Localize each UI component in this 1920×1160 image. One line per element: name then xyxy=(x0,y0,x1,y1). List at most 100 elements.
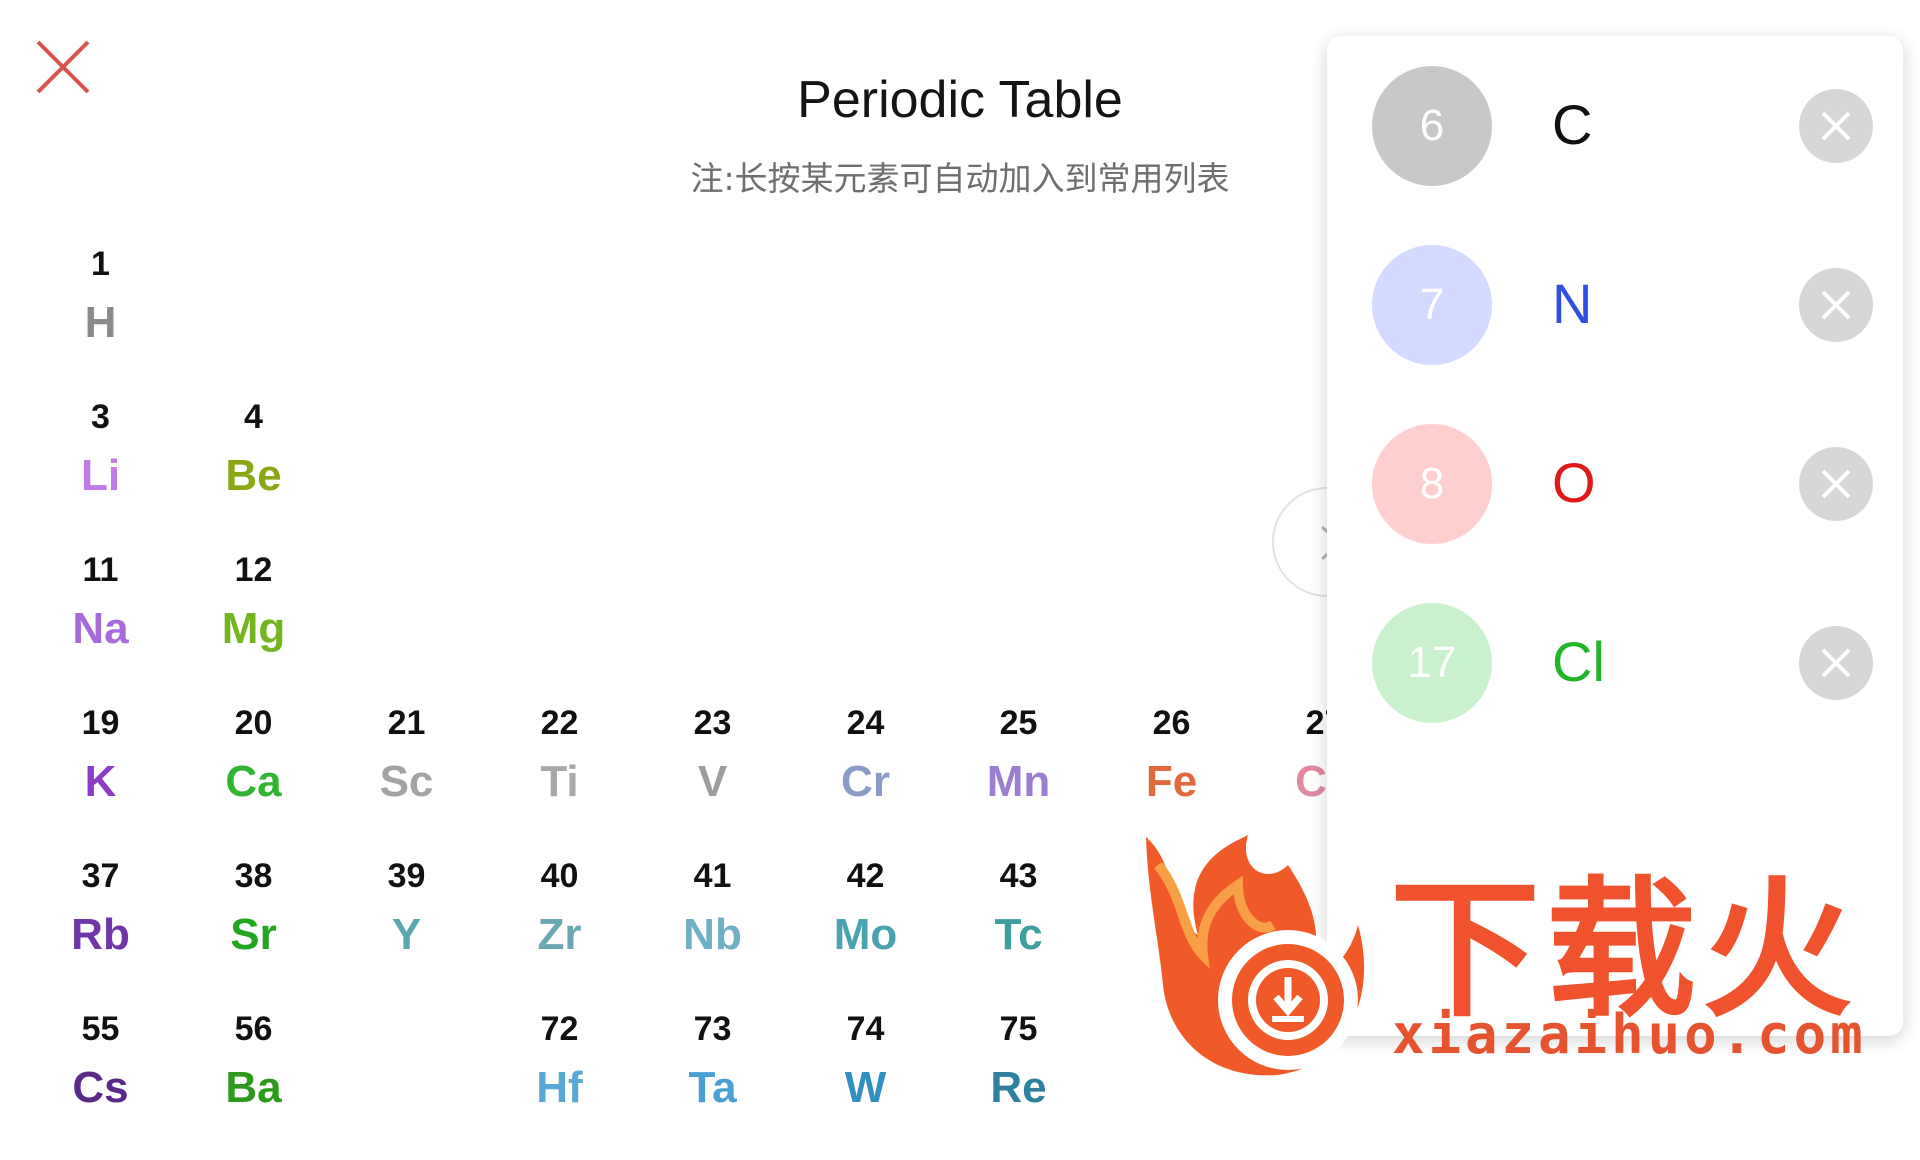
atomic-number: 22 xyxy=(540,704,579,742)
atomic-number: 40 xyxy=(540,857,579,895)
element-symbol: Li xyxy=(80,451,121,500)
element-cell-ta[interactable]: 73 Ta xyxy=(636,1010,789,1160)
element-cell-y[interactable]: 39 Y xyxy=(330,857,483,1007)
atomic-number: 73 xyxy=(693,1010,732,1048)
remove-icon xyxy=(1821,111,1851,141)
element-symbol: W xyxy=(844,1063,887,1112)
element-cell-ca[interactable]: 20 Ca xyxy=(177,704,330,854)
atomic-number: 19 xyxy=(81,704,120,742)
favorite-item-cl[interactable]: 17 Cl xyxy=(1327,573,1903,723)
atomic-number: 23 xyxy=(693,704,732,742)
atomic-number: 11 xyxy=(82,551,119,589)
atomic-number: 26 xyxy=(1152,704,1191,742)
element-symbol: K xyxy=(84,757,117,806)
watermark-flame-logo xyxy=(1146,835,1365,1076)
element-symbol: Mn xyxy=(986,757,1051,806)
element-symbol: Cs xyxy=(72,1063,129,1112)
remove-icon xyxy=(1821,648,1851,678)
element-symbol: Cr xyxy=(841,757,890,806)
element-symbol: Y xyxy=(391,910,422,959)
favorite-symbol: O xyxy=(1552,451,1596,514)
favorite-symbol: Cl xyxy=(1552,630,1605,693)
favorite-symbol: N xyxy=(1552,272,1593,335)
element-cell-na[interactable]: 11 Na xyxy=(24,551,177,701)
element-symbol: H xyxy=(84,298,117,347)
favorite-number-badge: 8 xyxy=(1372,424,1492,544)
element-symbol: Tc xyxy=(994,910,1043,959)
atomic-number: 3 xyxy=(91,398,110,436)
element-symbol: Na xyxy=(72,604,129,653)
favorite-item-c[interactable]: 6C xyxy=(1327,36,1903,186)
favorite-item-n[interactable]: 7N xyxy=(1327,215,1903,365)
element-cell-cs[interactable]: 55 Cs xyxy=(24,1010,177,1160)
element-cell-ba[interactable]: 56 Ba xyxy=(177,1010,330,1160)
atomic-number: 72 xyxy=(540,1010,579,1048)
element-cell-ti[interactable]: 22 Ti xyxy=(483,704,636,854)
watermark: 下载火 xiazaihuo.com xyxy=(1138,825,1920,1080)
element-symbol: Zr xyxy=(537,910,582,959)
element-symbol: Fe xyxy=(1145,757,1198,806)
element-cell-li[interactable]: 3 Li xyxy=(24,398,177,548)
atomic-number: 39 xyxy=(387,857,426,895)
favorite-symbol: C xyxy=(1552,93,1593,156)
remove-favorite-button[interactable] xyxy=(1799,89,1873,163)
element-cell-be[interactable]: 4 Be xyxy=(177,398,330,548)
atomic-number: 38 xyxy=(234,857,273,895)
atomic-number: 74 xyxy=(846,1010,885,1048)
element-symbol: Ti xyxy=(540,757,579,806)
remove-icon xyxy=(1821,469,1851,499)
remove-favorite-button[interactable] xyxy=(1799,626,1873,700)
favorite-number-badge: 6 xyxy=(1372,66,1492,186)
element-symbol: Hf xyxy=(536,1063,583,1112)
element-cell-nb[interactable]: 41 Nb xyxy=(636,857,789,1007)
atomic-number: 43 xyxy=(999,857,1038,895)
element-symbol: Re xyxy=(990,1063,1047,1112)
favorite-number-badge: 17 xyxy=(1372,603,1492,723)
atomic-number: 75 xyxy=(999,1010,1038,1048)
element-cell-zr[interactable]: 40 Zr xyxy=(483,857,636,1007)
element-cell-re[interactable]: 75 Re xyxy=(942,1010,1095,1160)
atomic-number: 25 xyxy=(999,704,1038,742)
element-cell-k[interactable]: 19 K xyxy=(24,704,177,854)
remove-favorite-button[interactable] xyxy=(1799,268,1873,342)
atomic-number: 24 xyxy=(846,704,885,742)
atomic-number: 55 xyxy=(81,1010,120,1048)
element-cell-sc[interactable]: 21 Sc xyxy=(330,704,483,854)
element-cell-h[interactable]: 1H xyxy=(24,245,177,395)
element-symbol: Rb xyxy=(71,910,130,959)
atomic-number: 37 xyxy=(81,857,120,895)
element-cell-sr[interactable]: 38 Sr xyxy=(177,857,330,1007)
element-symbol: Mg xyxy=(221,604,286,653)
element-cell-cr[interactable]: 24 Cr xyxy=(789,704,942,854)
atomic-number: 42 xyxy=(846,857,885,895)
favorite-item-o[interactable]: 8O xyxy=(1327,394,1903,544)
element-symbol: Ba xyxy=(225,1063,282,1112)
remove-favorite-button[interactable] xyxy=(1799,447,1873,521)
element-symbol: Nb xyxy=(683,910,742,959)
element-cell-hf[interactable]: 72 Hf xyxy=(483,1010,636,1160)
atomic-number: 1 xyxy=(91,245,110,283)
watermark-url: xiazaihuo.com xyxy=(1392,1003,1867,1066)
atomic-number: 41 xyxy=(693,857,732,895)
element-cell-mo[interactable]: 42 Mo xyxy=(789,857,942,1007)
element-cell-v[interactable]: 23 V xyxy=(636,704,789,854)
element-cell-mg[interactable]: 12 Mg xyxy=(177,551,330,701)
element-symbol: Sr xyxy=(230,910,277,959)
element-cell-mn[interactable]: 25 Mn xyxy=(942,704,1095,854)
element-symbol: Ta xyxy=(688,1063,737,1112)
element-symbol: Be xyxy=(225,451,282,500)
atomic-number: 12 xyxy=(234,551,273,589)
element-cell-w[interactable]: 74 W xyxy=(789,1010,942,1160)
atomic-number: 20 xyxy=(234,704,273,742)
atomic-number: 21 xyxy=(387,704,426,742)
element-cell-tc[interactable]: 43 Tc xyxy=(942,857,1095,1007)
favorite-number-badge: 7 xyxy=(1372,245,1492,365)
element-symbol: V xyxy=(697,757,728,806)
atomic-number: 4 xyxy=(244,398,263,436)
element-cell-rb[interactable]: 37 Rb xyxy=(24,857,177,1007)
element-symbol: Mo xyxy=(833,910,898,959)
remove-icon xyxy=(1821,290,1851,320)
element-symbol: Ca xyxy=(225,757,282,806)
atomic-number: 56 xyxy=(234,1010,273,1048)
element-symbol: Sc xyxy=(379,757,434,806)
